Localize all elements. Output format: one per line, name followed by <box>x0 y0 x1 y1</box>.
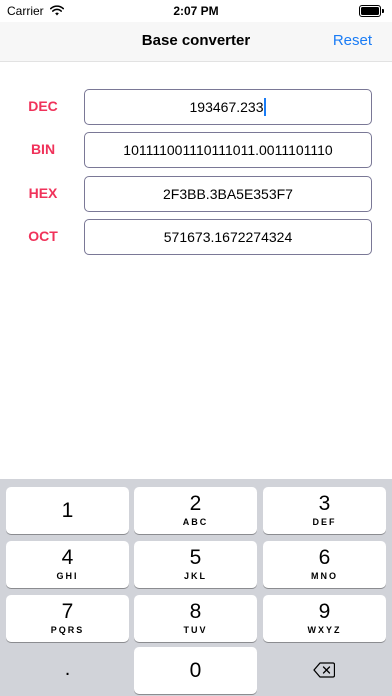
key-4[interactable]: 4 GHI <box>6 541 129 588</box>
status-time: 2:07 PM <box>173 4 219 18</box>
key-3[interactable]: 3 DEF <box>263 487 386 534</box>
key-digit: 6 <box>318 546 331 569</box>
key-digit: 2 <box>189 492 202 515</box>
battery-icon <box>359 5 384 17</box>
dec-row: DEC 193467.233 <box>0 89 392 125</box>
bin-value: 101111001110111011.0011101110 <box>123 142 333 158</box>
status-bar: Carrier 2:07 PM <box>0 0 392 22</box>
key-letters: TUV <box>183 625 208 635</box>
dec-input[interactable]: 193467.233 <box>84 89 372 125</box>
key-9[interactable]: 9 WXYZ <box>263 595 386 642</box>
reset-button[interactable]: Reset <box>333 32 372 49</box>
numeric-keyboard: 1 2 ABC 3 DEF 4 GHI 5 JKL 6 MNO 7 PQRS 8… <box>0 479 392 696</box>
oct-input[interactable]: 571673.1672274324 <box>84 219 372 255</box>
key-letters: GHI <box>56 571 79 581</box>
key-digit: 1 <box>61 499 74 522</box>
bin-label: BIN <box>30 141 56 157</box>
key-letters: MNO <box>311 571 338 581</box>
oct-label: OCT <box>28 228 58 244</box>
dec-label: DEC <box>28 98 58 114</box>
key-letters: JKL <box>183 571 207 581</box>
key-digit: 7 <box>61 600 74 623</box>
oct-value: 571673.1672274324 <box>163 229 293 245</box>
key-digit: 9 <box>318 600 331 623</box>
navigation-bar: Base converter Reset <box>0 22 392 62</box>
hex-row: HEX 2F3BB.3BA5E353F7 <box>0 176 392 212</box>
hex-value: 2F3BB.3BA5E353F7 <box>163 186 293 202</box>
key-6[interactable]: 6 MNO <box>263 541 386 588</box>
hex-input[interactable]: 2F3BB.3BA5E353F7 <box>84 176 372 212</box>
key-digit: 4 <box>61 546 74 569</box>
key-digit: . <box>64 658 71 680</box>
key-7[interactable]: 7 PQRS <box>6 595 129 642</box>
key-letters: WXYZ <box>307 625 342 635</box>
key-8[interactable]: 8 TUV <box>134 595 257 642</box>
key-letters: PQRS <box>50 625 85 635</box>
oct-row: OCT 571673.1672274324 <box>0 219 392 255</box>
bin-input[interactable]: 101111001110111011.0011101110 <box>84 132 372 168</box>
dec-value: 193467.233 <box>189 99 264 115</box>
key-digit: 3 <box>318 492 331 515</box>
key-digit: 8 <box>189 600 202 623</box>
key-decimal[interactable]: . <box>6 647 129 694</box>
bin-row: BIN 101111001110111011.0011101110 <box>0 132 392 168</box>
key-backspace[interactable] <box>263 647 386 694</box>
hex-label: HEX <box>28 185 58 201</box>
key-2[interactable]: 2 ABC <box>134 487 257 534</box>
key-1[interactable]: 1 <box>6 487 129 534</box>
key-5[interactable]: 5 JKL <box>134 541 257 588</box>
key-letters: DEF <box>312 517 337 527</box>
backspace-icon <box>313 662 335 678</box>
text-cursor <box>264 98 267 116</box>
key-digit: 5 <box>189 546 202 569</box>
key-0[interactable]: 0 <box>134 647 257 694</box>
key-digit: 0 <box>189 659 202 682</box>
key-letters: ABC <box>182 517 209 527</box>
